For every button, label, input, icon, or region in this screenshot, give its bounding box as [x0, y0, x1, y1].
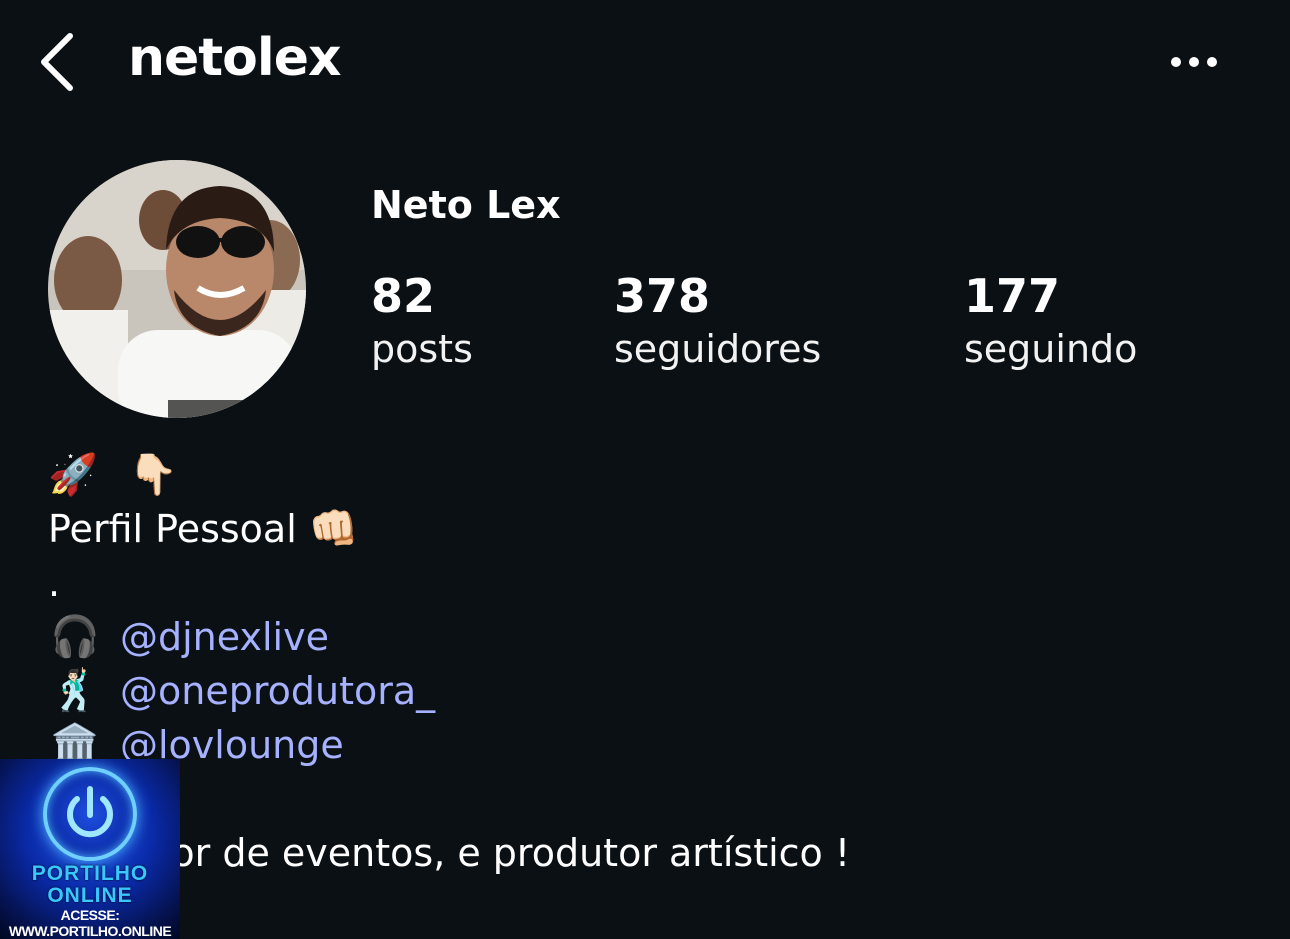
bio-link-row: 🎧 @djnexlive — [48, 610, 1248, 664]
chevron-left-icon[interactable] — [36, 30, 82, 94]
headphones-icon: 🎧 — [50, 614, 100, 660]
watermark-brand: PORTILHO ONLINE — [31, 862, 149, 907]
stat-posts-label: posts — [371, 327, 473, 371]
more-horizontal-icon[interactable] — [1166, 46, 1222, 78]
stat-following-label: seguindo — [964, 327, 1138, 371]
stat-followers[interactable]: 378 seguidores — [614, 268, 821, 374]
bio-title-text: Perfil Pessoal — [48, 507, 297, 551]
pointing-down-icon: 👇🏻 — [128, 452, 178, 498]
bio-link-row: 🏛️ @lovlounge — [48, 718, 1248, 772]
stat-following-count: 177 — [964, 269, 1061, 323]
bio-emoji-line: 🚀 👇🏻 — [48, 448, 1248, 502]
stat-posts[interactable]: 82 posts — [371, 268, 473, 374]
profile-username: netolex — [128, 28, 342, 88]
mention-link[interactable]: @oneprodutora_ — [120, 664, 435, 718]
watermark-url: ACESSE: WWW.PORTILHO.ONLINE — [8, 907, 172, 939]
top-bar: netolex — [0, 0, 1290, 125]
profile-avatar[interactable] — [48, 160, 306, 418]
watermark-logo: PORTILHO ONLINE ACESSE: WWW.PORTILHO.ONL… — [0, 759, 180, 939]
bio-separator: . — [48, 561, 61, 605]
bio-link-row: 🕺🏻 @oneprodutora_ — [48, 664, 1248, 718]
stat-followers-label: seguidores — [614, 327, 822, 371]
profile-display-name: Neto Lex — [371, 183, 561, 227]
stat-posts-count: 82 — [371, 269, 436, 323]
rocket-icon: 🚀 — [48, 452, 98, 498]
bio-description: Produtor de eventos, e produtor artístic… — [48, 831, 851, 875]
stat-following[interactable]: 177 seguindo — [964, 268, 1137, 374]
bio-spacer — [48, 772, 1248, 826]
dancer-icon: 🕺🏻 — [50, 668, 100, 714]
power-icon — [43, 767, 137, 861]
profile-bio: 🚀 👇🏻 Perfil Pessoal 👊🏻 . 🎧 @djnexlive 🕺🏻… — [48, 448, 1248, 880]
fist-icon: 👊🏻 — [308, 506, 359, 552]
stat-followers-count: 378 — [614, 269, 711, 323]
mention-link[interactable]: @djnexlive — [120, 610, 329, 664]
bio-title-line: Perfil Pessoal 👊🏻 — [48, 502, 1248, 556]
